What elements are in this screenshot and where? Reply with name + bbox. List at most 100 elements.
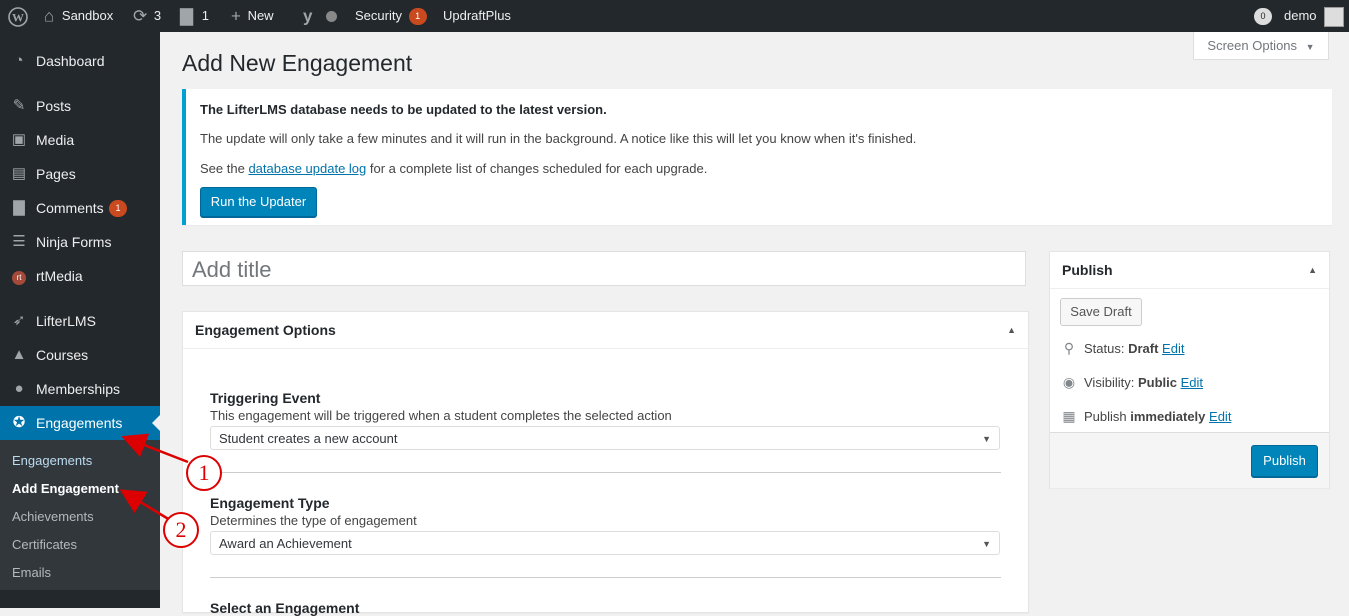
submenu-certificates[interactable]: Certificates xyxy=(12,534,77,556)
engagement-options-header[interactable]: Engagement Options ▲ xyxy=(183,312,1028,349)
sidebar-item-label: rtMedia xyxy=(36,268,83,284)
sidebar-item-pages[interactable]: ▤ Pages xyxy=(0,157,160,191)
notice-line2: See the database update log for a comple… xyxy=(200,161,708,176)
edit-date-link[interactable]: Edit xyxy=(1209,409,1231,424)
page-title: Add New Engagement xyxy=(182,50,413,76)
site-name: Sandbox xyxy=(61,8,114,23)
mortarboard-icon: ▲ xyxy=(11,346,27,363)
submenu-engagements[interactable]: Engagements xyxy=(12,450,92,472)
comment-bubble-icon: ▇ xyxy=(180,6,194,26)
sidebar-item-courses[interactable]: ▲ Courses xyxy=(0,338,160,372)
publish-header[interactable]: Publish ▲ xyxy=(1050,252,1329,289)
edit-status-link[interactable]: Edit xyxy=(1162,341,1184,356)
notice-line1: The update will only take a few minutes … xyxy=(200,131,917,146)
new-content-link[interactable]: + New xyxy=(231,0,274,32)
sidebar-item-posts[interactable]: ✎ Posts xyxy=(0,89,160,123)
updraftplus-link[interactable]: UpdraftPlus xyxy=(443,0,511,32)
publish-actions: Publish xyxy=(1050,432,1329,488)
admin-sidebar: ◔ Dashboard ✎ Posts ▣ Media ▤ Pages ▇ Co… xyxy=(0,32,160,608)
new-label: New xyxy=(247,8,274,23)
submenu-add-engagement[interactable]: Add Engagement xyxy=(12,478,119,500)
media-icon: ▣ xyxy=(11,131,27,148)
updates-count: 3 xyxy=(153,8,162,23)
sidebar-item-label: Pages xyxy=(36,166,76,182)
status-value: Draft xyxy=(1128,341,1159,356)
publish-button[interactable]: Publish xyxy=(1251,445,1318,477)
award-icon: ✪ xyxy=(12,414,26,431)
sidebar-item-label: Dashboard xyxy=(36,53,105,69)
forms-icon: ☰ xyxy=(12,233,26,250)
caret-up-icon[interactable]: ▲ xyxy=(1007,312,1016,348)
sidebar-item-label: Courses xyxy=(36,347,89,363)
home-icon: ⌂ xyxy=(44,6,55,26)
pin-icon: ✎ xyxy=(12,97,26,114)
triggering-event-select[interactable]: Student creates a new account ▼ xyxy=(210,426,1000,450)
publish-date-row: ▦ Publish immediately Edit xyxy=(1060,408,1231,425)
database-update-log-link[interactable]: database update log xyxy=(248,161,366,176)
comments-link[interactable]: ▇ 1 xyxy=(180,0,209,32)
sidebar-item-engagements[interactable]: ✪ Engagements xyxy=(0,406,160,440)
publish-date-value: immediately xyxy=(1130,409,1206,424)
annotation-1: 1 xyxy=(186,455,222,491)
status-row: ⚲ Status: Draft Edit xyxy=(1060,340,1185,357)
field-description: Determines the type of engagement xyxy=(210,513,417,528)
engagements-submenu: Engagements Add Engagement Achievements … xyxy=(0,440,160,590)
comments-badge: 1 xyxy=(109,200,127,217)
pages-icon: ▤ xyxy=(11,165,27,182)
security-label: Security xyxy=(355,8,402,23)
sidebar-item-rtmedia[interactable]: rt rtMedia xyxy=(0,259,160,293)
wordpress-logo-icon[interactable]: W xyxy=(8,0,28,32)
run-updater-button[interactable]: Run the Updater xyxy=(200,187,317,217)
field-description: This engagement will be triggered when a… xyxy=(210,408,672,423)
eye-icon: ◉ xyxy=(1062,374,1076,390)
user-name: demo xyxy=(1284,8,1317,23)
sidebar-item-label: Engagements xyxy=(36,415,123,431)
chevron-down-icon: ▼ xyxy=(982,434,991,444)
sidebar-item-lifterlms[interactable]: ➶ LifterLMS xyxy=(0,304,160,338)
comment-icon: ▇ xyxy=(13,199,25,216)
security-count-badge: 1 xyxy=(408,8,427,26)
yoast-icon[interactable]: y xyxy=(303,0,312,32)
annotation-2: 2 xyxy=(163,512,199,548)
publish-title: Publish xyxy=(1062,262,1113,278)
sidebar-item-dashboard[interactable]: ◔ Dashboard xyxy=(0,44,160,78)
field-title: Select an Engagement xyxy=(210,600,360,616)
sidebar-item-label: Posts xyxy=(36,98,72,114)
sidebar-item-label: Comments xyxy=(36,200,104,216)
sidebar-item-comments[interactable]: ▇ Comments 1 xyxy=(0,191,160,225)
sidebar-item-media[interactable]: ▣ Media xyxy=(0,123,160,157)
update-notice: The LifterLMS database needs to be updat… xyxy=(182,89,1332,225)
screen-options-button[interactable]: Screen Options ▼ xyxy=(1193,32,1329,60)
edit-visibility-link[interactable]: Edit xyxy=(1181,375,1203,390)
rocket-icon: ➶ xyxy=(12,312,26,329)
sidebar-item-label: Ninja Forms xyxy=(36,234,112,250)
title-input[interactable]: Add title xyxy=(182,251,1026,286)
engagement-options-box: Engagement Options ▲ Triggering Event Th… xyxy=(182,311,1029,616)
sidebar-item-label: LifterLMS xyxy=(36,313,96,329)
caret-up-icon[interactable]: ▲ xyxy=(1308,252,1317,288)
updates-link[interactable]: ⟳ 3 xyxy=(133,0,161,32)
divider xyxy=(210,577,1001,578)
refresh-icon: ⟳ xyxy=(133,6,148,26)
notice-heading: The LifterLMS database needs to be updat… xyxy=(200,102,607,117)
svg-text:W: W xyxy=(12,10,24,24)
notifications-badge[interactable]: 0 xyxy=(1254,0,1272,32)
sidebar-item-memberships[interactable]: ● Memberships xyxy=(0,372,160,406)
user-menu[interactable]: demo xyxy=(1284,0,1345,32)
rtmedia-icon: rt xyxy=(9,259,29,293)
calendar-icon: ▦ xyxy=(1062,408,1076,424)
field-title: Engagement Type xyxy=(210,495,330,511)
field-title: Triggering Event xyxy=(210,390,321,406)
sidebar-item-ninja-forms[interactable]: ☰ Ninja Forms xyxy=(0,225,160,259)
submenu-emails[interactable]: Emails xyxy=(12,562,51,584)
avatar xyxy=(1324,6,1345,27)
divider xyxy=(210,472,1001,473)
site-name-link[interactable]: ⌂ Sandbox xyxy=(44,0,113,32)
engagement-type-select[interactable]: Award an Achievement ▼ xyxy=(210,531,1000,555)
sidebar-item-label: Media xyxy=(36,132,75,148)
visibility-value: Public xyxy=(1137,375,1177,390)
security-link[interactable]: Security 1 xyxy=(355,0,427,32)
status-dot-icon xyxy=(326,0,337,32)
save-draft-button[interactable]: Save Draft xyxy=(1060,298,1142,326)
submenu-achievements[interactable]: Achievements xyxy=(12,506,94,528)
